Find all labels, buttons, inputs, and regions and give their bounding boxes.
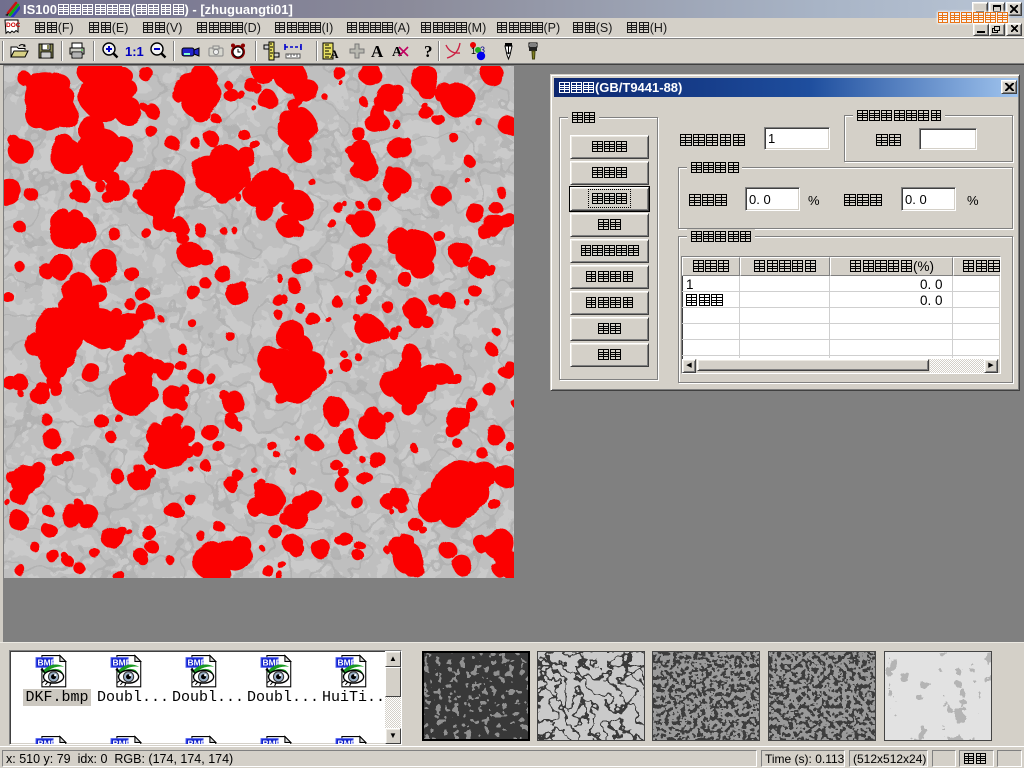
svg-text:BMP: BMP (37, 739, 56, 745)
svg-text:A: A (392, 45, 403, 60)
svg-text:?: ? (424, 42, 433, 61)
svg-text:DOC: DOC (6, 22, 20, 29)
svg-text:BMP: BMP (112, 739, 131, 745)
svg-text:BMP: BMP (187, 739, 206, 745)
svg-text:A: A (330, 47, 339, 61)
svg-text:1:1: 1:1 (125, 44, 144, 59)
svg-text:BMP: BMP (337, 739, 356, 745)
svg-text:BMP: BMP (262, 739, 281, 745)
svg-text:A: A (371, 42, 384, 61)
